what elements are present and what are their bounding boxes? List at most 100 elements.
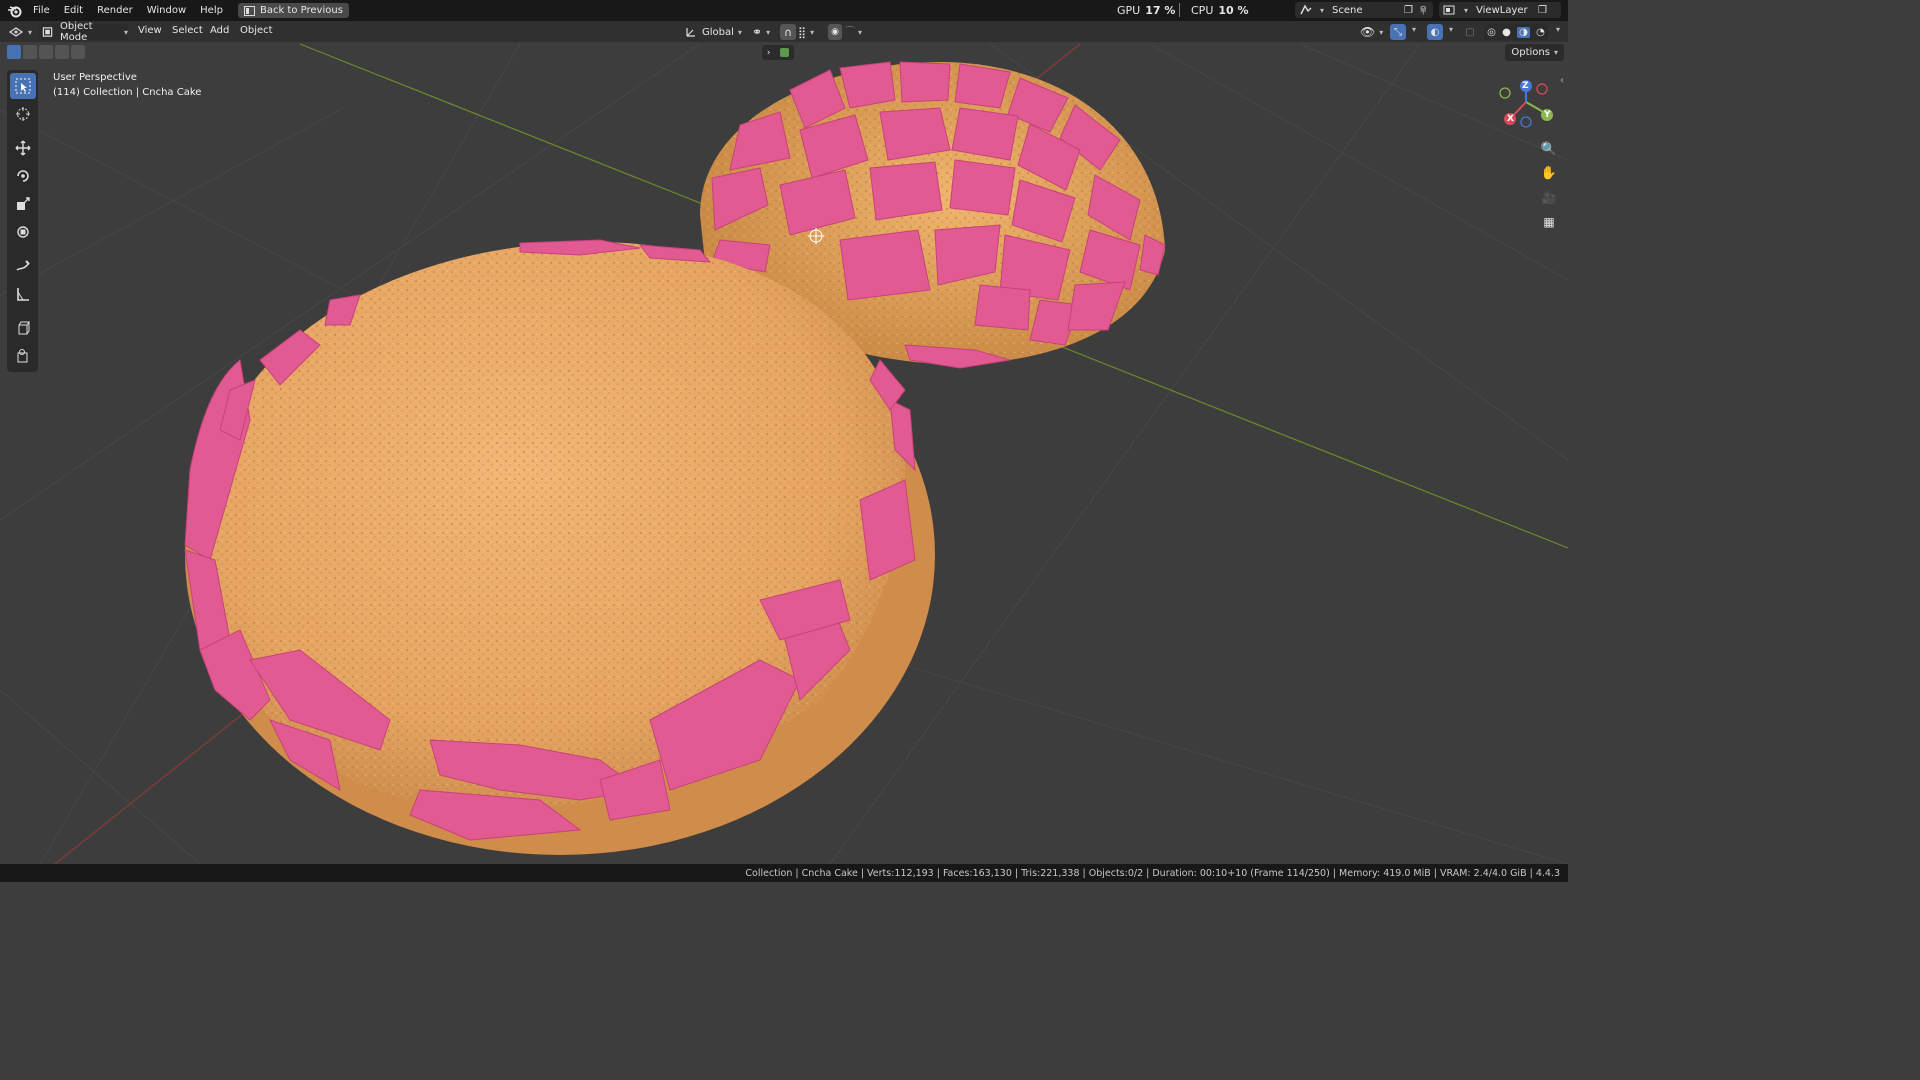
transform-orientation-selector[interactable]: Global ▾ [685,24,742,40]
snap-target-selector[interactable]: ⣿ ▾ [798,24,814,40]
annotate-tool[interactable] [10,253,36,279]
status-bar: Collection | Cncha Cake | Verts:112,193 … [0,864,1568,882]
options-label: Options [1511,47,1550,58]
chevron-right-icon: › [766,47,771,58]
overlays-icon: ◐ [1430,26,1440,38]
menu-help[interactable]: Help [193,5,230,16]
transform-object-tool[interactable] [10,343,36,369]
chevron-down-icon: ▾ [1379,27,1384,37]
overlays-toggle[interactable]: ◐ [1427,24,1443,40]
mode-selector[interactable]: Object Mode ▾ [39,21,128,43]
menu-select[interactable]: Select [172,25,203,36]
xray-toggle[interactable]: ▢ [1463,24,1477,40]
menu-add[interactable]: Add [210,25,229,36]
select-new-icon[interactable] [7,45,21,59]
falloff-selector[interactable]: ⁀ ▾ [846,24,862,40]
3d-viewport[interactable]: User Perspective (114) Collection | Cnch… [0,42,1568,864]
gizmo-z-label: Z [1522,81,1529,91]
measure-tool[interactable] [10,281,36,307]
transform-tool[interactable] [10,219,36,245]
orientation-axes-icon [686,28,695,37]
viewport-header: ▾ Object Mode ▾ View Select Add Object G… [0,21,1568,43]
camera-view-button[interactable]: 🎥 [1537,187,1561,209]
selection-mode-group [7,45,87,59]
material-preview-shading-icon[interactable]: ◑ [1517,26,1530,38]
asset-shelf-toggle[interactable]: › [762,45,794,60]
transform-icon [16,226,29,238]
gizmo-x-label: X [1507,114,1514,124]
menu-file[interactable]: File [26,5,57,16]
scene-icon [1300,4,1312,15]
concha-cake-object [184,239,935,855]
viewport-info: User Perspective (114) Collection | Cnch… [53,70,201,100]
select-subtract-icon[interactable] [39,45,53,59]
perf-divider [1179,3,1180,17]
chevron-down-icon: ▾ [1320,5,1325,15]
scene-statistics: Collection | Cncha Cake | Verts:112,193 … [745,867,1560,879]
wireframe-shading-icon[interactable]: ◎ [1487,27,1496,38]
delete-scene-icon[interactable]: ✕ [1419,5,1427,16]
back-to-previous-button[interactable]: Back to Previous [237,3,349,18]
cpu-label: CPU [1191,4,1214,17]
blender-logo-icon[interactable] [7,4,23,18]
pan-view-button[interactable]: ✋ [1537,162,1561,184]
camera-icon: 🎥 [1541,191,1557,205]
menu-edit[interactable]: Edit [57,5,90,16]
shading-dropdown-icon[interactable]: ▾ [1556,25,1560,34]
magnifier-icon: 🔍 [1540,141,1558,157]
falloff-curve-icon: ⁀ [846,26,855,38]
editor-type-button[interactable]: ▾ [8,24,32,40]
perspective-label: User Perspective [53,72,137,83]
visibility-selector[interactable]: 👁 ▾ [1360,24,1383,40]
gizmo-dropdown-icon[interactable]: ▾ [1412,25,1416,34]
snap-grid-icon: ⣿ [798,25,807,39]
snap-toggle[interactable]: ∩ [780,24,796,40]
view-layer-icon [1443,5,1455,15]
add-cube-tool[interactable] [10,315,36,341]
rendered-shading-icon[interactable]: ◔ [1536,27,1545,38]
chevron-down-icon: ▾ [766,27,771,37]
cursor-tool[interactable] [10,101,36,127]
scale-icon [16,197,30,210]
pivot-point-selector[interactable]: ⚭ ▾ [752,24,770,40]
pencil-icon [15,260,30,271]
overlays-dropdown-icon[interactable]: ▾ [1449,25,1453,34]
zoom-view-button[interactable]: 🔍 [1537,138,1561,160]
gizmo-icon: ⤡ [1394,26,1402,38]
sidebar-toggle-icon[interactable]: ‹ [1560,75,1564,86]
new-view-layer-icon[interactable]: ❐ [1538,5,1547,16]
chevron-down-icon: ▾ [858,27,863,37]
proportional-editing-icon: ◉ [831,27,839,37]
3d-cursor-icon [15,107,30,121]
scale-tool[interactable] [10,191,36,217]
view-layer-selector[interactable]: ▾ ViewLayer ❐ [1439,2,1561,18]
select-invert-icon[interactable] [55,45,69,59]
add-cube-icon [18,321,30,335]
cube-icon [780,48,790,57]
menu-window[interactable]: Window [140,5,193,16]
viewport-scene[interactable] [0,42,1568,864]
toggle-perspective-button[interactable]: ▦ [1537,211,1561,233]
move-tool[interactable] [10,135,36,161]
options-dropdown[interactable]: Options ▾ [1505,44,1564,61]
grid-icon: ▦ [1543,215,1555,229]
view-layer-name: ViewLayer [1476,4,1528,16]
object-origin-icon [17,349,27,363]
magnet-icon: ∩ [783,25,793,39]
select-intersect-icon[interactable] [71,45,85,59]
select-box-tool[interactable] [9,73,36,99]
menu-render[interactable]: Render [90,5,140,16]
mode-label: Object Mode [59,21,93,43]
tool-shelf [7,70,38,372]
solid-shading-icon[interactable]: ● [1502,27,1511,38]
new-scene-icon[interactable]: ❐ [1404,5,1413,16]
eye-icon: 👁 [1360,25,1376,39]
menu-view[interactable]: View [138,25,162,36]
collection-info: (114) Collection | Cncha Cake [53,87,202,98]
menu-object[interactable]: Object [240,25,273,36]
hand-icon: ✋ [1540,165,1558,181]
select-extend-icon[interactable] [23,45,37,59]
gizmo-toggle[interactable]: ⤡ [1390,24,1406,40]
proportional-editing-toggle[interactable]: ◉ [828,24,842,40]
rotate-tool[interactable] [10,163,36,189]
